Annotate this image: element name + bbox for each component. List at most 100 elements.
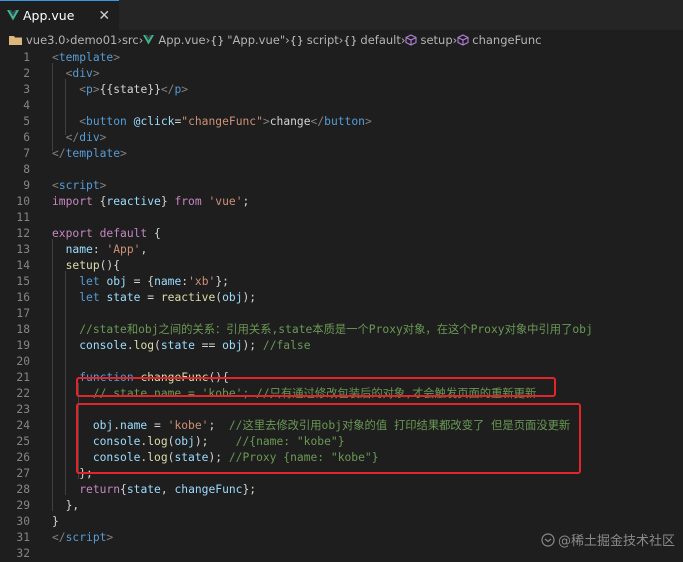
breadcrumb-item-script[interactable]: {} script — [290, 33, 339, 47]
breadcrumb-label: App.vue — [158, 33, 206, 47]
line-number: 27 — [16, 467, 30, 480]
code-content: import {reactive} from 'vue'; — [52, 194, 249, 210]
code-line[interactable]: 8 — [0, 162, 683, 178]
code-content: }, — [52, 498, 80, 514]
breadcrumb-item-default[interactable]: {} default — [343, 33, 400, 47]
code-token: @click — [133, 115, 175, 128]
line-number: 2 — [23, 67, 30, 80]
cube-icon — [405, 34, 418, 46]
code-line[interactable]: 13 name: 'App', — [0, 242, 683, 258]
code-token: : — [92, 243, 107, 256]
code-token: == — [194, 339, 223, 352]
code-editor[interactable]: 32 31 </script> 30} 29 }, 28 return{state, ch… — [0, 50, 683, 560]
line-number: 21 — [16, 371, 30, 384]
code-line[interactable]: 29 }, — [0, 498, 683, 514]
line-number: 1 — [23, 51, 30, 64]
code-line[interactable]: 1 <template> — [0, 50, 683, 66]
code-line[interactable]: 12 export default { — [0, 226, 683, 242]
code-token: script — [65, 531, 107, 544]
vue-icon — [7, 10, 19, 21]
code-token: </ — [65, 131, 80, 144]
code-token: } — [52, 515, 59, 528]
line-number: 7 — [23, 147, 30, 160]
breadcrumb-item-demo01[interactable]: demo01 — [70, 33, 117, 47]
code-token: button — [324, 115, 365, 128]
line-number: 25 — [16, 435, 30, 448]
code-line[interactable]: 19 console.log(state == obj); //false — [0, 338, 683, 354]
breadcrumb-label: default — [360, 33, 401, 47]
code-token: > — [262, 115, 270, 128]
breadcrumb-item-src[interactable]: src — [122, 33, 139, 47]
code-token: < — [79, 83, 87, 96]
code-token: obj — [106, 275, 127, 288]
code-token: state — [160, 339, 195, 352]
code-content: name: 'App', — [52, 242, 148, 258]
code-token: > — [364, 115, 372, 128]
code-line[interactable]: 3 <p>{{state}}</p> — [0, 82, 683, 98]
code-line[interactable]: 14 setup(){ — [0, 258, 683, 274]
folder-icon — [9, 36, 22, 45]
line-number: 17 — [16, 307, 30, 320]
breadcrumb-item-app-vue-module[interactable]: {} "App.vue" — [210, 33, 285, 47]
code-line[interactable]: 5 <button @click="changeFunc">change</bu… — [0, 114, 683, 130]
code-content: <div> — [52, 66, 100, 82]
line-number: 18 — [16, 323, 30, 336]
code-token: let — [79, 275, 100, 288]
line-number: 22 — [16, 387, 30, 400]
indent-guide — [52, 239, 53, 511]
indent-guide — [65, 79, 66, 135]
code-token: name — [154, 275, 182, 288]
code-token: from — [174, 195, 202, 208]
line-number: 31 — [16, 531, 30, 544]
line-number: 26 — [16, 451, 30, 464]
code-token: div — [79, 131, 100, 144]
code-content: <template> — [52, 50, 120, 66]
code-line[interactable]: 18 //state和obj之间的关系：引用关系,state本质是一个Proxy… — [0, 322, 683, 338]
code-token: changeFunc — [174, 483, 243, 496]
code-content: } — [52, 514, 59, 530]
line-number: 12 — [16, 227, 30, 240]
code-line[interactable]: 20 — [0, 354, 683, 370]
code-line[interactable]: 9 <script> — [0, 178, 683, 194]
code-line[interactable]: 17 — [0, 306, 683, 322]
code-line[interactable]: 15 let obj = {name:'xb'}; — [0, 274, 683, 290]
breadcrumb-item-vue3[interactable]: vue3.0 — [0, 33, 65, 47]
code-line[interactable]: 2 <div> — [0, 66, 683, 82]
braces-icon: {} — [289, 33, 304, 47]
line-number: 24 — [16, 419, 30, 432]
cube-icon — [457, 34, 469, 46]
code-token: button — [86, 115, 127, 128]
watermark-text: @稀土掘金技术社区 — [557, 534, 675, 549]
tab-app-vue[interactable]: App.vue ✕ — [0, 0, 119, 30]
code-token: //false — [262, 339, 311, 352]
code-line[interactable]: 4 — [0, 98, 683, 114]
code-token: { — [147, 227, 161, 240]
line-number: 15 — [16, 275, 30, 288]
breadcrumb-label: "App.vue" — [227, 33, 286, 47]
code-token: state — [106, 291, 141, 304]
code-line[interactable]: 30} — [0, 514, 683, 530]
code-token: default — [99, 227, 148, 240]
code-token: change — [269, 115, 311, 128]
breadcrumb-item-setup[interactable]: setup — [405, 33, 453, 47]
code-content: return{state, changeFunc}; — [52, 482, 256, 498]
code-token: template — [65, 147, 121, 160]
code-token: }; — [215, 275, 229, 288]
braces-icon: {} — [343, 33, 358, 47]
breadcrumb-label: src — [121, 33, 139, 47]
code-line[interactable]: 6 </div> — [0, 130, 683, 146]
code-token: //state和obj之间的关系：引用关系,state本质是一个Proxy对象，… — [79, 323, 593, 336]
breadcrumb-item-app-vue[interactable]: App.vue — [143, 33, 206, 47]
code-line[interactable]: 11 — [0, 210, 683, 226]
close-icon[interactable]: ✕ — [98, 8, 110, 24]
code-line[interactable]: 28 return{state, changeFunc}; — [0, 482, 683, 498]
code-line[interactable]: 7 </template> — [0, 146, 683, 162]
code-line[interactable]: 10 import {reactive} from 'vue'; — [0, 194, 683, 210]
code-token: p — [86, 83, 93, 96]
code-token: template — [58, 51, 114, 64]
breadcrumb-item-changefunc[interactable]: changeFunc — [457, 33, 541, 47]
code-line[interactable]: 16 let state = reactive(obj); — [0, 290, 683, 306]
code-token: } — [160, 195, 175, 208]
line-number: 28 — [16, 483, 30, 496]
